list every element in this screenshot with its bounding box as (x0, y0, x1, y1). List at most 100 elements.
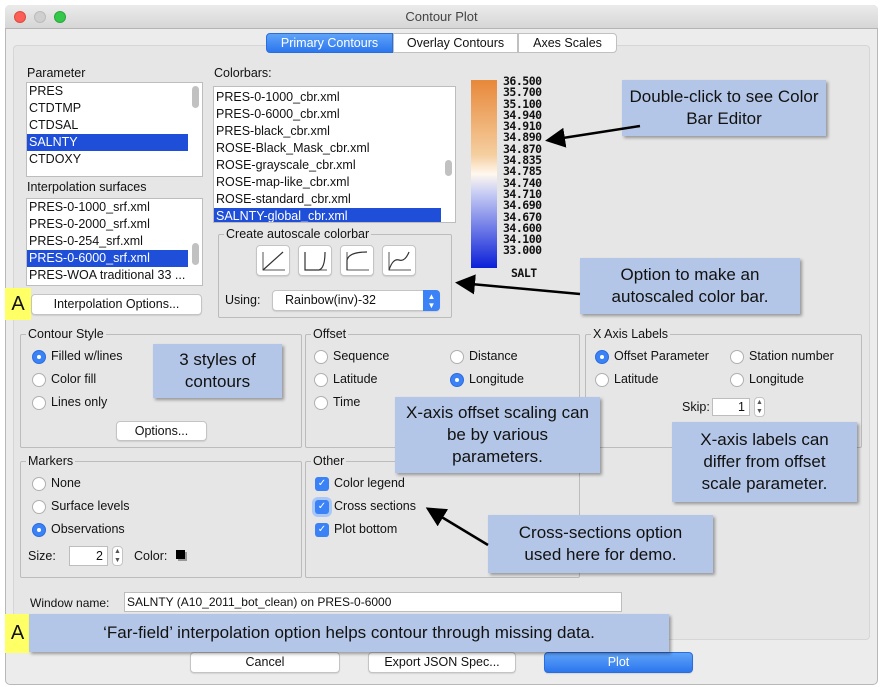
list-item[interactable]: PRES-WOA traditional 33 ... (27, 267, 202, 284)
minimize-button[interactable] (34, 11, 46, 23)
option-label: Color fill (51, 372, 97, 386)
exponential-curve-button[interactable] (298, 245, 332, 276)
annotation-cross-sections: Cross-sections option used here for demo… (488, 515, 713, 573)
option-label: Latitude (614, 372, 659, 386)
logarithmic-curve-icon (346, 251, 369, 271)
list-item[interactable]: PRES-0-1000_cbr.xml (214, 89, 455, 106)
skip-label: Skip: (682, 400, 710, 414)
checkbox-plot-bottom[interactable]: ✓ Plot bottom (315, 521, 397, 537)
title-bar: Contour Plot (5, 5, 878, 29)
list-item[interactable]: ROSE-standard_cbr.xml (214, 191, 455, 208)
list-item[interactable]: ROSE-map-like_cbr.xml (214, 174, 455, 191)
scrollbar[interactable] (192, 243, 199, 265)
radio-sequence[interactable]: Sequence (314, 348, 389, 364)
checkbox-color-legend[interactable]: ✓ Color legend (315, 475, 405, 491)
list-item[interactable]: PRES-0-2000_srf.xml (27, 216, 202, 233)
option-label: Offset Parameter (614, 349, 709, 363)
window-name-input[interactable]: SALNTY (A10_2011_bot_clean) on PRES-0-60… (124, 592, 622, 612)
annotation-marker-a: A (5, 614, 30, 653)
list-item-selected[interactable]: PRES-0-6000_srf.xml (27, 250, 188, 267)
radio-time[interactable]: Time (314, 394, 360, 410)
radio-offset-parameter[interactable]: Offset Parameter (595, 348, 709, 364)
colormap-select[interactable]: Rainbow(inv)-32 ▲ ▼ (272, 290, 440, 311)
annotation-marker-a: A (5, 288, 31, 320)
list-item[interactable]: PRES-0-6000_cbr.xml (214, 106, 455, 123)
option-label: Filled w/lines (51, 349, 123, 363)
radio-distance[interactable]: Distance (450, 348, 518, 364)
window-title: Contour Plot (405, 9, 478, 24)
tab-axes-scales[interactable]: Axes Scales (518, 33, 617, 53)
checkbox-cross-sections[interactable]: ✓ Cross sections (315, 498, 416, 514)
scrollbar[interactable] (192, 86, 199, 108)
surfaces-list[interactable]: PRES-0-1000_srf.xml PRES-0-2000_srf.xml … (26, 198, 203, 286)
radio-color-fill[interactable]: Color fill (32, 371, 96, 387)
parameter-list[interactable]: PRES CTDTMP CTDSAL SALNTY CTDOXY (26, 82, 203, 177)
cancel-button[interactable]: Cancel (190, 652, 340, 673)
logarithmic-curve-button[interactable] (340, 245, 374, 276)
list-item-selected[interactable]: SALNTY-global_cbr.xml (214, 208, 441, 222)
annotation-autoscale: Option to make an autoscaled color bar. (580, 258, 800, 314)
size-input[interactable]: 2 (69, 546, 108, 566)
check-icon: ✓ (315, 476, 329, 491)
radio-observations[interactable]: Observations (32, 521, 125, 537)
check-icon: ✓ (315, 522, 329, 537)
markers-label: Markers (26, 454, 76, 468)
radio-none[interactable]: None (32, 475, 81, 491)
contour-options-button[interactable]: Options... (116, 421, 207, 441)
radio-filled-lines[interactable]: Filled w/lines (32, 348, 123, 364)
radio-icon (595, 372, 609, 387)
radio-xlabel-longitude[interactable]: Longitude (730, 371, 804, 387)
list-item[interactable]: PRES (27, 83, 202, 100)
list-item[interactable]: PRES-0-1000_srf.xml (27, 199, 202, 216)
skip-input[interactable]: 1 (712, 398, 750, 416)
radio-latitude[interactable]: Latitude (314, 371, 377, 387)
option-label: Color legend (334, 476, 405, 490)
plot-button[interactable]: Plot (544, 652, 693, 673)
zoom-button[interactable] (54, 11, 66, 23)
radio-icon (32, 372, 46, 387)
list-item[interactable]: ROSE-grayscale_cbr.xml (214, 157, 455, 174)
colorbar-preview[interactable] (471, 80, 497, 268)
sigmoid-curve-icon (388, 251, 411, 271)
radio-icon (314, 395, 328, 410)
list-item[interactable]: CTDTMP (27, 100, 202, 117)
scrollbar[interactable] (445, 160, 452, 176)
skip-stepper[interactable]: ▲ ▼ (754, 397, 765, 417)
parameter-label: Parameter (27, 66, 86, 80)
list-item[interactable]: CTDSAL (27, 117, 202, 134)
offset-label: Offset (311, 327, 349, 341)
interpolation-options-button[interactable]: Interpolation Options... (31, 294, 202, 315)
sigmoid-curve-button[interactable] (382, 245, 416, 276)
annotation-offset: X-axis offset scaling can be by various … (395, 397, 600, 473)
list-item-selected[interactable]: SALNTY (27, 134, 188, 151)
option-label: Longitude (469, 372, 524, 386)
list-item[interactable]: PRES-black_cbr.xml (214, 123, 455, 140)
radio-xlabel-latitude[interactable]: Latitude (595, 371, 658, 387)
list-item[interactable]: PRES-0-254_srf.xml (27, 233, 202, 250)
close-button[interactable] (14, 11, 26, 23)
radio-icon (730, 349, 744, 364)
size-stepper[interactable]: ▲ ▼ (112, 546, 123, 566)
option-label: Sequence (333, 349, 390, 363)
radio-station-number[interactable]: Station number (730, 348, 834, 364)
list-item[interactable]: CTDOXY (27, 151, 202, 168)
radio-icon (314, 349, 328, 364)
radio-lines-only[interactable]: Lines only (32, 394, 107, 410)
colormap-select-value: Rainbow(inv)-32 (285, 293, 377, 307)
colorbar-labels: 36.500 35.700 35.100 34.940 34.910 34.890 34.8… (503, 75, 542, 257)
annotation-colorbar-editor: Double-click to see Color Bar Editor (622, 80, 826, 136)
linear-curve-button[interactable] (256, 245, 290, 276)
tab-overlay-contours[interactable]: Overlay Contours (393, 33, 518, 53)
radio-icon (730, 372, 744, 387)
export-json-button[interactable]: Export JSON Spec... (368, 652, 516, 673)
radio-surface-levels[interactable]: Surface levels (32, 498, 130, 514)
radio-icon (32, 349, 46, 364)
option-label: None (51, 476, 81, 490)
chevron-updown-icon: ▲ ▼ (423, 290, 440, 311)
list-item[interactable]: ROSE-Black_Mask_cbr.xml (214, 140, 455, 157)
tab-primary-contours[interactable]: Primary Contours (266, 33, 393, 53)
radio-longitude[interactable]: Longitude (450, 371, 524, 387)
colorbars-list[interactable]: PRES-0-1000_cbr.xml PRES-0-6000_cbr.xml … (213, 86, 456, 223)
marker-color-swatch[interactable] (176, 550, 185, 559)
annotation-far-field: ‘Far-field’ interpolation option helps c… (29, 614, 669, 652)
